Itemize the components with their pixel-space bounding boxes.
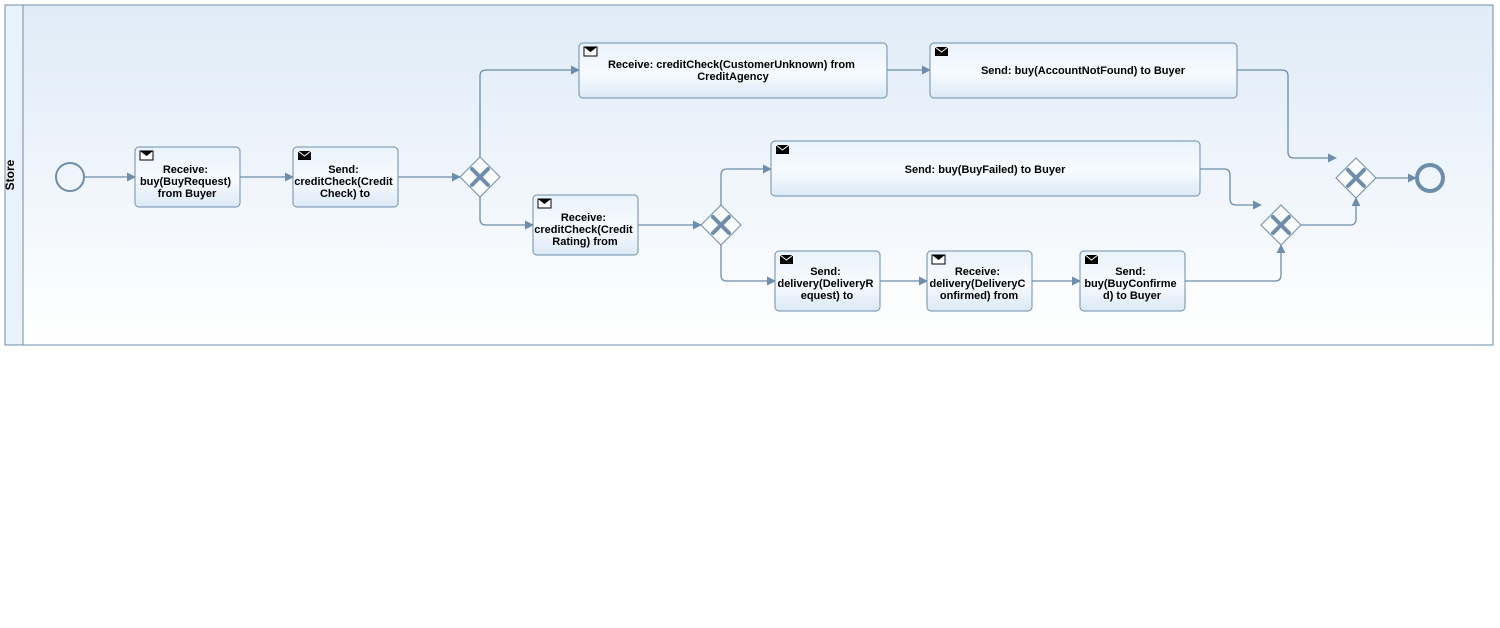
pool-title: Store <box>3 159 17 190</box>
task-label: Send: buy(AccountNotFound) to Buyer <box>981 65 1186 77</box>
task-send-buy-confirmed[interactable]: Send: buy(BuyConfirme d) to Buyer Send: … <box>1080 251 1185 311</box>
task-send-creditcheck[interactable]: Send: creditCheck(Credit Check) to Send:… <box>293 147 398 207</box>
task-label: Send: buy(BuyFailed) to Buyer <box>905 164 1066 176</box>
task-send-delivery-request[interactable]: Send: delivery(DeliveryR equest) to Send… <box>775 251 880 311</box>
bpmn-diagram: Store <box>0 0 1500 628</box>
task-send-buy-failed[interactable]: Send: buy(BuyFailed) to Buyer <box>771 141 1200 196</box>
task-receive-delivery-confirmed[interactable]: Receive: delivery(DeliveryC onfirmed) fr… <box>927 251 1032 311</box>
task-receive-buy-request[interactable]: Receive: buy(BuyRequest) from Buyer Rece… <box>135 147 240 207</box>
task-receive-customer-unknown[interactable]: Receive: creditCheck(CustomerUnknown) fr… <box>579 43 887 98</box>
task-receive-credit-rating[interactable]: Receive: creditCheck(Credit Rating) from… <box>533 195 638 255</box>
task-send-account-not-found[interactable]: Send: buy(AccountNotFound) to Buyer <box>930 43 1237 98</box>
